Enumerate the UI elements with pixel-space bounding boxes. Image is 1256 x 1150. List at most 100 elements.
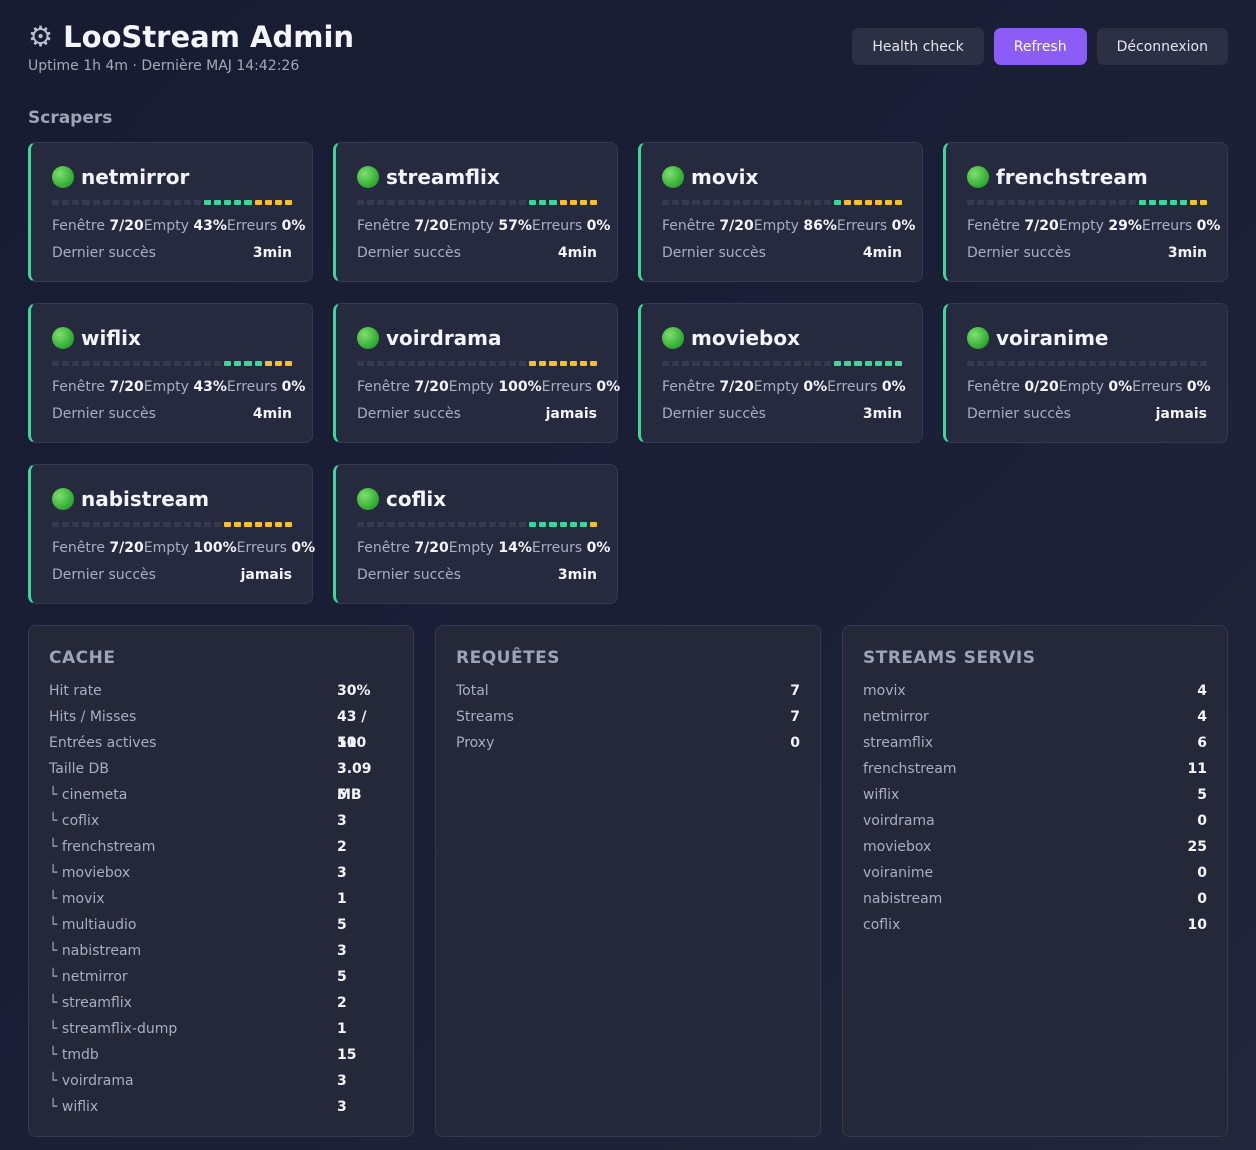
bar-segment <box>407 200 415 205</box>
bar-segment <box>864 200 872 205</box>
activity-bar <box>662 200 902 205</box>
bar-segment <box>112 522 120 527</box>
bar-segment <box>549 361 557 366</box>
bar-segment <box>894 361 902 366</box>
bar-segment <box>722 200 730 205</box>
bar-segment <box>1129 361 1137 366</box>
bar-segment <box>672 200 680 205</box>
bar-segment <box>692 200 700 205</box>
bar-segment <box>1027 200 1035 205</box>
cache-panel: CACHE Hit rate 30% Hits / Misses 43 / 100… <box>28 625 414 1137</box>
bar-segment <box>662 361 670 366</box>
row-value: 10 <box>1187 917 1207 933</box>
bar-segment <box>539 361 547 366</box>
scraper-card: voirdrama Fenêtre 7/20 Empty 100% Erreur… <box>333 303 620 443</box>
bar-segment <box>1027 361 1035 366</box>
scraper-label: voiranime <box>996 326 1109 350</box>
streams-row: movix 4 <box>863 678 1207 704</box>
bar-segment <box>468 361 476 366</box>
bar-segment <box>264 200 272 205</box>
bar-segment <box>244 200 252 205</box>
row-value: 5 <box>1197 787 1207 803</box>
row-value: 5 <box>337 917 347 933</box>
bar-segment <box>1129 200 1137 205</box>
row-label: Streams <box>456 709 514 725</box>
row-label: moviebox <box>863 839 932 855</box>
bar-segment <box>1007 361 1015 366</box>
logout-button[interactable]: Déconnexion <box>1096 28 1228 65</box>
scraper-card: movix Fenêtre 7/20 Empty 86% Erreurs 0% … <box>638 142 923 282</box>
bar-segment <box>133 522 141 527</box>
bar-segment <box>1149 361 1157 366</box>
bar-segment <box>377 200 385 205</box>
bar-segment <box>193 361 201 366</box>
scraper-label: coflix <box>386 487 447 511</box>
bar-segment <box>1017 361 1025 366</box>
row-label: Hit rate <box>49 683 102 699</box>
streams-row: nabistream 0 <box>863 886 1207 912</box>
scraper-name: frenchstream <box>967 163 1207 191</box>
bar-segment <box>82 522 90 527</box>
bar-segment <box>274 361 282 366</box>
bar-segment <box>387 522 395 527</box>
bar-segment <box>183 361 191 366</box>
scraper-card: moviebox Fenêtre 7/20 Empty 0% Erreurs 0… <box>638 303 923 443</box>
bar-segment <box>143 361 151 366</box>
bar-segment <box>367 361 375 366</box>
scraper-stats: Fenêtre 7/20 Empty 100% Erreurs 0% <box>357 379 620 395</box>
scraper-card: nabistream Fenêtre 7/20 Empty 100% Erreu… <box>28 464 315 604</box>
bar-segment <box>793 200 801 205</box>
bar-segment <box>732 200 740 205</box>
bar-segment <box>224 522 232 527</box>
errors-stat: Erreurs 0% <box>226 379 306 395</box>
bar-segment <box>813 361 821 366</box>
bar-segment <box>274 522 282 527</box>
streams-row: voiranime 0 <box>863 860 1207 886</box>
requests-row: Total 7 <box>456 678 800 704</box>
scraper-name: nabistream <box>52 485 292 513</box>
streams-row: voirdrama 0 <box>863 808 1207 834</box>
refresh-button[interactable]: Refresh <box>993 28 1087 65</box>
green-circle-icon <box>52 327 74 349</box>
health-check-button[interactable]: Health check <box>852 28 984 65</box>
bar-segment <box>997 361 1005 366</box>
bar-segment <box>112 361 120 366</box>
bar-segment <box>62 522 70 527</box>
bar-segment <box>417 361 425 366</box>
bar-segment <box>163 361 171 366</box>
bar-segment <box>284 522 292 527</box>
scraper-grid: netmirror Fenêtre 7/20 Empty 43% Erreurs… <box>28 142 1228 604</box>
scraper-stats: Fenêtre 7/20 Empty 86% Erreurs 0% <box>662 218 915 234</box>
bar-segment <box>478 522 486 527</box>
bar-segment <box>977 200 985 205</box>
row-value: 2 <box>337 995 347 1011</box>
green-circle-icon <box>52 488 74 510</box>
bar-segment <box>427 361 435 366</box>
row-label: └ netmirror <box>49 969 128 985</box>
bar-segment <box>1159 200 1167 205</box>
bar-segment <box>579 522 587 527</box>
bar-segment <box>1048 200 1056 205</box>
bar-segment <box>712 200 720 205</box>
green-circle-icon <box>52 166 74 188</box>
header: ⚙ LooStream Admin Uptime 1h 4m · Dernièr… <box>28 18 1228 78</box>
bar-segment <box>448 522 456 527</box>
bar-segment <box>438 200 446 205</box>
bar-segment <box>224 361 232 366</box>
bar-segment <box>264 522 272 527</box>
bar-segment <box>589 361 597 366</box>
bar-segment <box>62 200 70 205</box>
bar-segment <box>569 522 577 527</box>
requests-row: Proxy 0 <box>456 730 800 756</box>
bar-segment <box>264 361 272 366</box>
bar-segment <box>508 522 516 527</box>
empty-stat: Empty 86% <box>753 218 837 234</box>
bar-segment <box>367 200 375 205</box>
bar-segment <box>203 200 211 205</box>
cache-row: └ multiaudio 5 <box>49 912 393 938</box>
bar-segment <box>539 522 547 527</box>
bar-segment <box>1179 361 1187 366</box>
bar-segment <box>357 200 365 205</box>
scraper-name: voiranime <box>967 324 1207 352</box>
row-value: 6 <box>1197 735 1207 751</box>
